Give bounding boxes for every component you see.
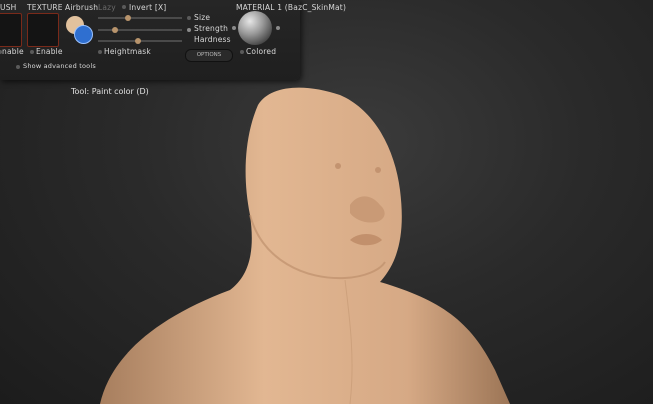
strength-slider[interactable]	[98, 27, 182, 33]
material-prev-radio[interactable]	[232, 26, 236, 30]
advanced-tools-label[interactable]: Show advanced tools	[23, 62, 96, 70]
hardness-slider[interactable]	[98, 38, 182, 44]
colored-label[interactable]: Colored	[246, 47, 276, 56]
hardness-label: Hardness	[194, 35, 231, 44]
size-slider[interactable]	[98, 15, 182, 21]
texture-enable-label[interactable]: Enable	[36, 47, 63, 56]
strength-radio[interactable]	[187, 28, 191, 32]
texture-label: TEXTURE	[27, 3, 63, 12]
lazy-label[interactable]: Lazy	[98, 3, 116, 12]
airbrush-label[interactable]: Airbrush	[65, 3, 98, 12]
invert-label[interactable]: Invert [X]	[129, 3, 166, 12]
brush-label: USH	[0, 3, 17, 12]
brush-toolbar: USH TEXTURE Airbrush Lazy Invert [X] Siz…	[0, 0, 346, 80]
size-knob[interactable]	[125, 15, 132, 21]
strength-knob[interactable]	[111, 27, 118, 33]
brush-enable-label[interactable]: nable	[2, 47, 24, 56]
heightmask-radio[interactable]	[98, 50, 102, 54]
texture-enable-radio[interactable]	[30, 50, 34, 54]
heightmask-label[interactable]: Heightmask	[104, 47, 151, 56]
material-preview[interactable]	[238, 11, 272, 45]
secondary-color-swatch[interactable]	[74, 25, 93, 44]
texture-slot[interactable]	[27, 13, 59, 47]
colored-radio[interactable]	[240, 50, 244, 54]
invert-radio[interactable]	[122, 5, 126, 9]
advanced-radio[interactable]	[16, 65, 20, 69]
hardness-knob[interactable]	[135, 38, 142, 44]
size-radio[interactable]	[187, 16, 191, 20]
brush-slot[interactable]	[0, 13, 22, 47]
material-next-radio[interactable]	[276, 26, 280, 30]
size-label: Size	[194, 13, 211, 22]
tool-label: Tool: Paint color (D)	[71, 87, 149, 96]
options-button[interactable]: OPTIONS	[185, 49, 233, 62]
strength-label: Strength	[194, 24, 229, 33]
